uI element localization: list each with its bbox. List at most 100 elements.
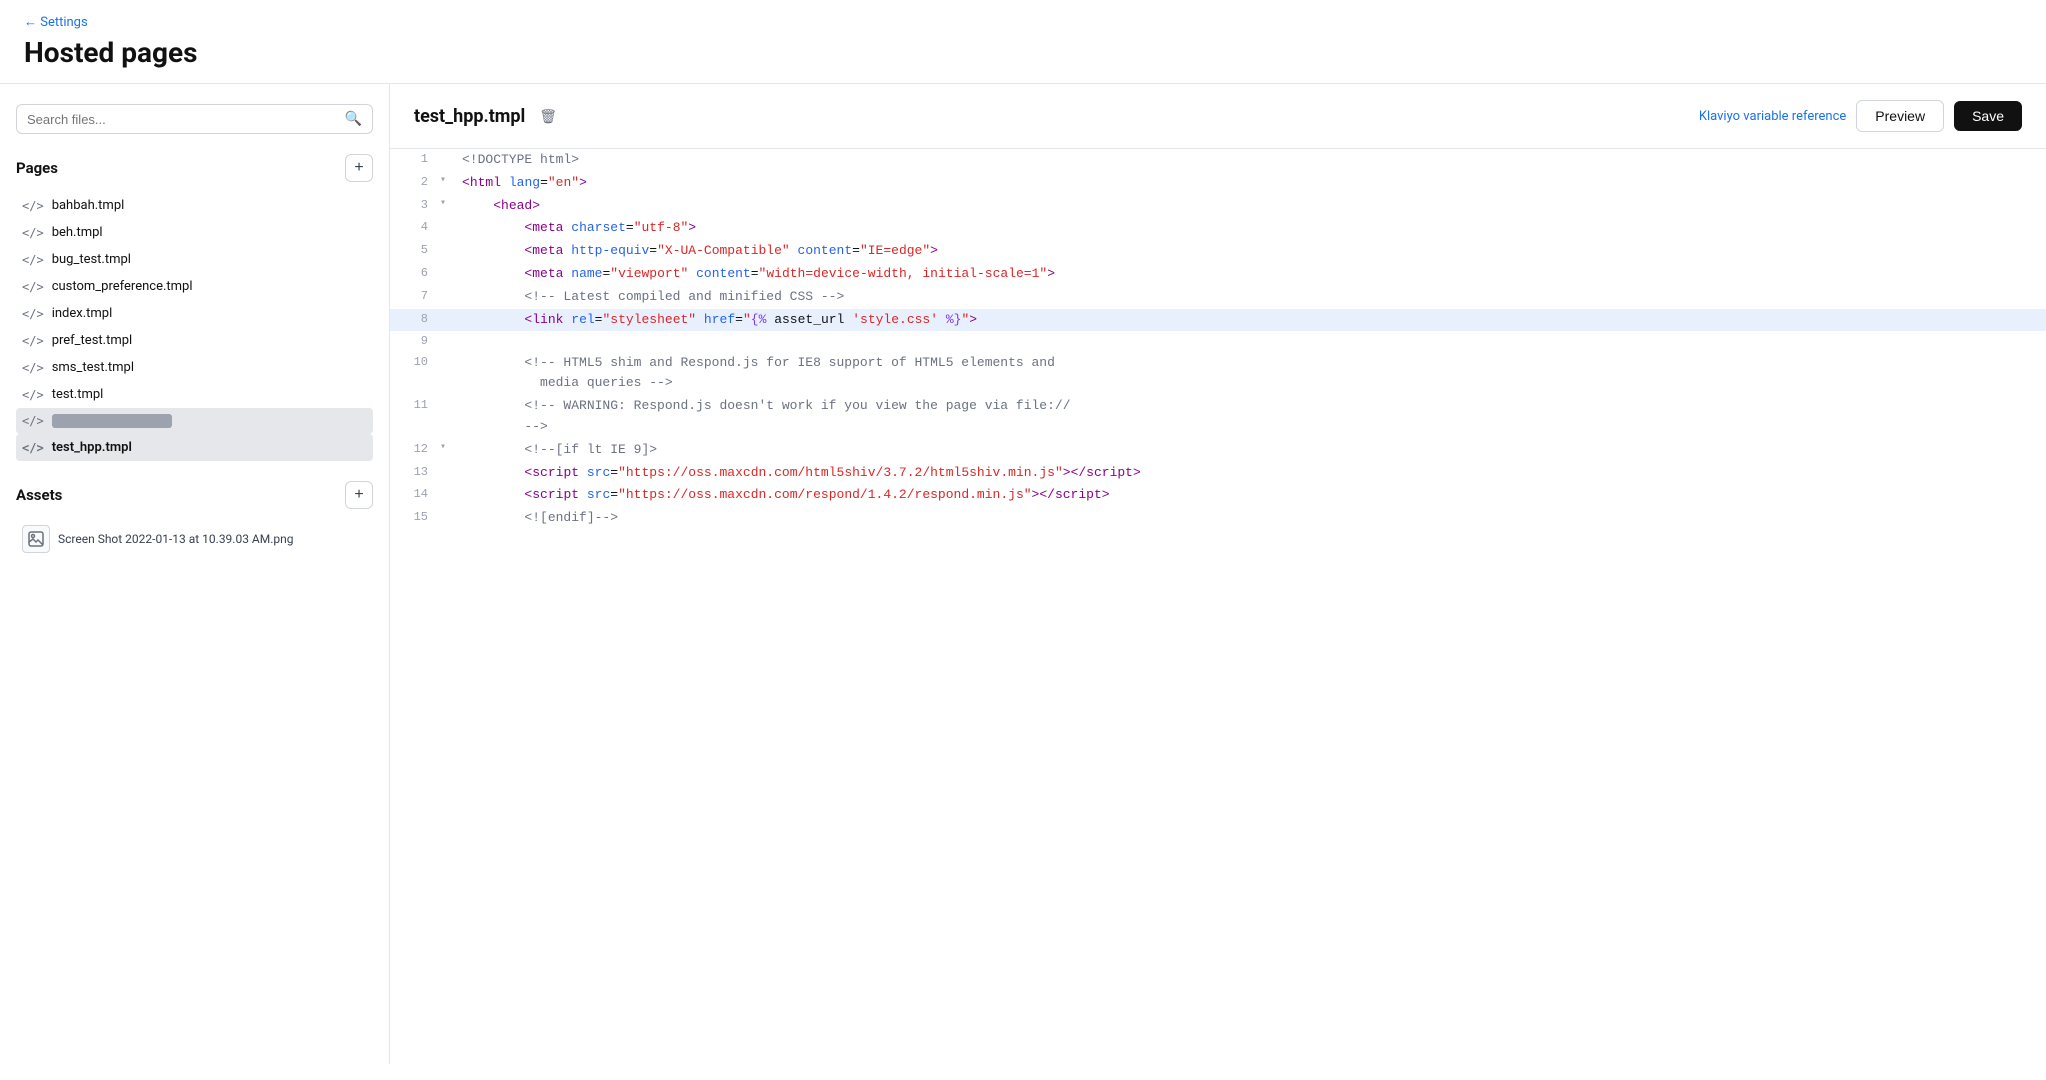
page-title: Hosted pages bbox=[24, 36, 2022, 83]
file-item[interactable]: </> test_hpp.tmpl bbox=[16, 434, 373, 461]
file-type-icon: </> bbox=[22, 361, 44, 375]
editor-filename: test_hpp.tmpl bbox=[414, 106, 525, 127]
file-item[interactable]: </> test.tmpl bbox=[16, 381, 373, 408]
file-item[interactable]: </> custom_preference.tmpl bbox=[16, 273, 373, 300]
file-name: bahbah.tmpl bbox=[52, 198, 125, 213]
line-fold-icon[interactable] bbox=[440, 462, 454, 485]
code-line: 10 <!-- HTML5 shim and Respond.js for IE… bbox=[390, 352, 2046, 396]
line-number: 2 bbox=[390, 172, 440, 195]
code-line: 2▾<html lang="en"> bbox=[390, 172, 2046, 195]
code-editor[interactable]: 1<!DOCTYPE html>2▾<html lang="en">3▾ <he… bbox=[390, 149, 2046, 1064]
file-type-icon: </> bbox=[22, 253, 44, 267]
line-code[interactable]: <meta charset="utf-8"> bbox=[454, 217, 2046, 240]
file-name: beh.tmpl bbox=[52, 225, 103, 240]
line-number: 11 bbox=[390, 395, 440, 439]
file-name: bug_test.tmpl bbox=[52, 252, 131, 267]
file-type-icon: </> bbox=[22, 414, 44, 428]
code-line: 9 bbox=[390, 331, 2046, 351]
file-name: test.tmpl bbox=[52, 387, 104, 402]
code-line: 12▾ <!--[if lt IE 9]> bbox=[390, 439, 2046, 462]
delete-file-button[interactable]: 🗑 bbox=[535, 104, 561, 129]
line-number: 1 bbox=[390, 149, 440, 172]
file-item[interactable]: </> beh.tmpl bbox=[16, 219, 373, 246]
code-line: 1 <!DOCTYPE html> bbox=[390, 149, 2046, 172]
file-name: pref_test.tmpl bbox=[52, 333, 133, 348]
line-code[interactable]: <html lang="en"> bbox=[454, 172, 2046, 195]
code-line: 3▾ <head> bbox=[390, 195, 2046, 218]
line-code[interactable]: <!-- Latest compiled and minified CSS --… bbox=[454, 286, 2046, 309]
line-number: 12 bbox=[390, 439, 440, 462]
line-code[interactable]: <meta http-equiv="X-UA-Compatible" conte… bbox=[454, 240, 2046, 263]
asset-icon bbox=[22, 525, 50, 553]
line-fold-icon[interactable] bbox=[440, 484, 454, 507]
assets-section-title: Assets bbox=[16, 486, 62, 504]
line-fold-icon[interactable]: ▾ bbox=[440, 195, 454, 218]
file-item[interactable]: </>index.tmpl bbox=[16, 300, 373, 327]
line-fold-icon[interactable] bbox=[440, 240, 454, 263]
line-fold-icon[interactable] bbox=[440, 149, 454, 172]
add-asset-button[interactable]: + bbox=[345, 481, 373, 509]
file-name: test_hpp.tmpl bbox=[52, 440, 132, 455]
back-link[interactable]: ← Settings bbox=[24, 14, 88, 30]
line-code[interactable]: <!-- HTML5 shim and Respond.js for IE8 s… bbox=[454, 352, 2046, 396]
line-code[interactable]: <![endif]--> bbox=[454, 507, 2046, 530]
preview-button[interactable]: Preview bbox=[1856, 100, 1944, 132]
code-line: 5 <meta http-equiv="X-UA-Compatible" con… bbox=[390, 240, 2046, 263]
line-number: 5 bbox=[390, 240, 440, 263]
code-line: 6 <meta name="viewport" content="width=d… bbox=[390, 263, 2046, 286]
asset-name: Screen Shot 2022-01-13 at 10.39.03 AM.pn… bbox=[58, 532, 294, 546]
code-line: 7 <!-- Latest compiled and minified CSS … bbox=[390, 286, 2046, 309]
file-type-icon: </> bbox=[22, 388, 44, 402]
file-name bbox=[52, 414, 172, 428]
code-line: 13 <script src="https://oss.maxcdn.com/h… bbox=[390, 462, 2046, 485]
line-code[interactable]: <!--[if lt IE 9]> bbox=[454, 439, 2046, 462]
asset-item[interactable]: Screen Shot 2022-01-13 at 10.39.03 AM.pn… bbox=[16, 519, 373, 559]
line-fold-icon[interactable] bbox=[440, 263, 454, 286]
file-type-icon: </> bbox=[22, 226, 44, 240]
line-code[interactable]: <link rel="stylesheet" href="{% asset_ur… bbox=[454, 309, 2046, 332]
line-fold-icon[interactable] bbox=[440, 331, 454, 351]
file-list: </> bahbah.tmpl </> beh.tmpl </> bug_test.tmp… bbox=[16, 192, 373, 461]
file-name: sms_test.tmpl bbox=[52, 360, 134, 375]
line-fold-icon[interactable]: ▾ bbox=[440, 439, 454, 462]
line-fold-icon[interactable] bbox=[440, 309, 454, 332]
file-item[interactable]: </> sms_test.tmpl bbox=[16, 354, 373, 381]
line-code[interactable] bbox=[454, 331, 2046, 351]
line-code[interactable]: <!DOCTYPE html> bbox=[454, 149, 2046, 172]
line-number: 13 bbox=[390, 462, 440, 485]
search-box: 🔍 bbox=[16, 104, 373, 134]
line-number: 14 bbox=[390, 484, 440, 507]
line-code[interactable]: <head> bbox=[454, 195, 2046, 218]
file-item[interactable]: </> bug_test.tmpl bbox=[16, 246, 373, 273]
variable-reference-link[interactable]: Klaviyo variable reference bbox=[1699, 109, 1846, 124]
line-fold-icon[interactable] bbox=[440, 395, 454, 439]
line-code[interactable]: <script src="https://oss.maxcdn.com/html… bbox=[454, 462, 2046, 485]
line-fold-icon[interactable] bbox=[440, 217, 454, 240]
search-input[interactable] bbox=[27, 112, 345, 127]
line-fold-icon[interactable] bbox=[440, 286, 454, 309]
code-line: 11 <!-- WARNING: Respond.js doesn't work… bbox=[390, 395, 2046, 439]
file-item[interactable]: </> bahbah.tmpl bbox=[16, 192, 373, 219]
add-page-button[interactable]: + bbox=[345, 154, 373, 182]
file-type-icon: </> bbox=[22, 199, 44, 213]
save-button[interactable]: Save bbox=[1954, 101, 2022, 131]
file-type-icon: </> bbox=[22, 334, 44, 348]
file-item[interactable]: </> bbox=[16, 408, 373, 434]
file-name: custom_preference.tmpl bbox=[52, 279, 193, 294]
line-code[interactable]: <!-- WARNING: Respond.js doesn't work if… bbox=[454, 395, 2046, 439]
line-code[interactable]: <script src="https://oss.maxcdn.com/resp… bbox=[454, 484, 2046, 507]
line-number: 15 bbox=[390, 507, 440, 530]
line-fold-icon[interactable] bbox=[440, 507, 454, 530]
line-number: 7 bbox=[390, 286, 440, 309]
editor-header: test_hpp.tmpl 🗑 Klaviyo variable referen… bbox=[390, 84, 2046, 149]
line-fold-icon[interactable]: ▾ bbox=[440, 172, 454, 195]
assets-section: Assets + Screen Shot 2022-01-13 at 10.39… bbox=[16, 481, 373, 559]
file-name: index.tmpl bbox=[52, 306, 113, 321]
line-code[interactable]: <meta name="viewport" content="width=dev… bbox=[454, 263, 2046, 286]
file-type-icon: </> bbox=[22, 280, 44, 294]
code-line: 15 <![endif]--> bbox=[390, 507, 2046, 530]
line-fold-icon[interactable] bbox=[440, 352, 454, 396]
line-number: 6 bbox=[390, 263, 440, 286]
file-item[interactable]: </> pref_test.tmpl bbox=[16, 327, 373, 354]
file-type-icon: </> bbox=[22, 441, 44, 455]
